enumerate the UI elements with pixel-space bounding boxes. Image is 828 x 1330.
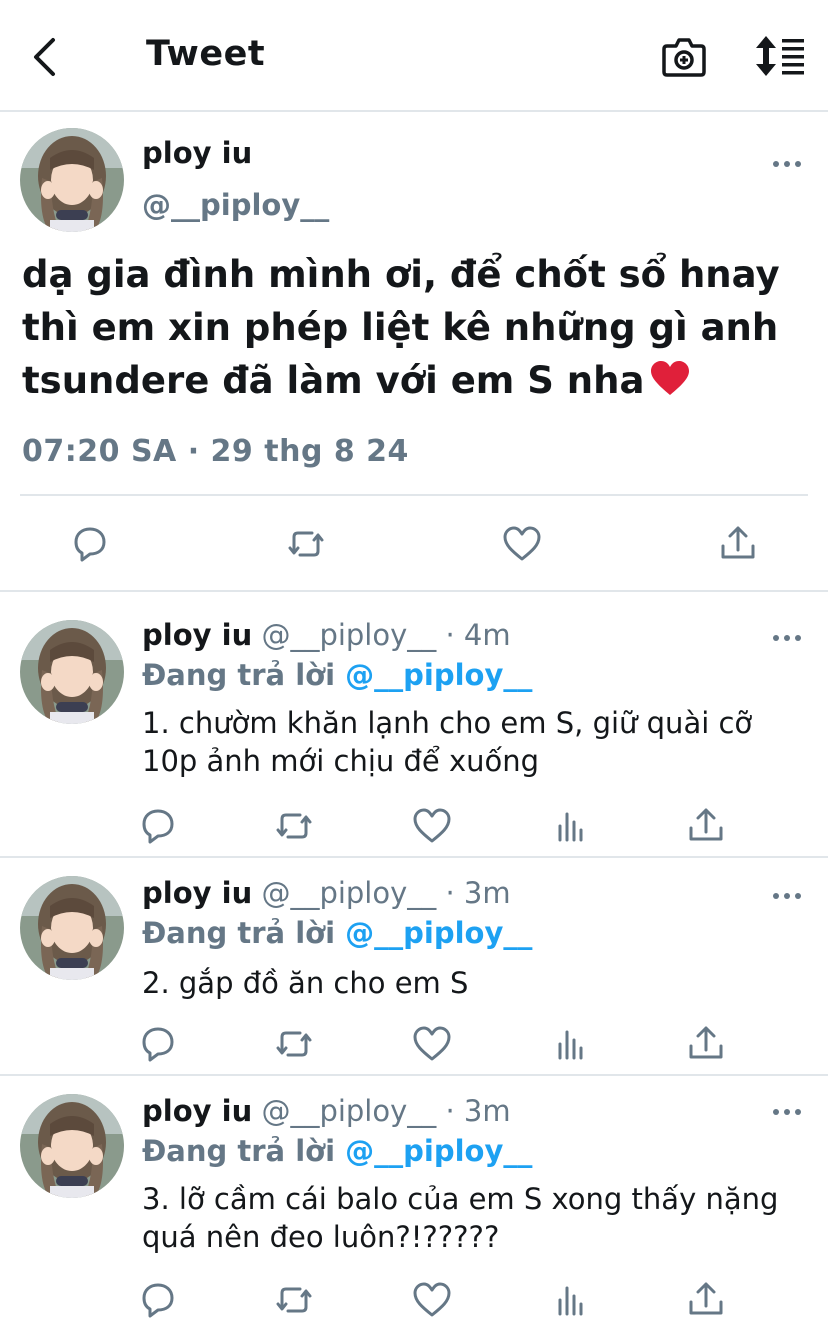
analytics-icon [558,1286,583,1316]
more-icon [773,635,801,641]
heart-icon [413,1282,451,1317]
avatar[interactable] [20,128,124,232]
share-icon [721,526,755,559]
heart-icon [413,808,451,843]
retweet-icon [276,1031,312,1057]
retweet-icon [288,531,324,557]
red-heart-emoji [650,358,690,395]
retweet-button[interactable] [272,1022,316,1066]
reply-button[interactable] [136,1278,180,1322]
replying-to-handle[interactable]: @__piploy__ [345,658,532,692]
reply-tweet[interactable]: ploy iu @__piploy__ · 3m Đang trả lời @_… [0,860,828,1076]
reply-header: ploy iu @__piploy__ · 3m [142,1094,511,1128]
avatar[interactable] [20,876,124,980]
analytics-icon [558,812,583,842]
heart-icon [503,526,541,561]
tweet-timestamp[interactable]: 07:20 SA · 29 thg 8 24 [22,434,409,469]
reply-icon [142,1027,174,1062]
reply-text: 3. lỡ cầm cái balo của em S xong thấy nặ… [142,1182,779,1254]
more-button[interactable] [772,888,802,904]
author-name[interactable]: ploy iu [142,1094,252,1128]
retweet-button[interactable] [272,804,316,848]
main-tweet: ploy iu @__piploy__ dạ gia đình mình ơi,… [0,114,828,592]
replying-to-label: Đang trả lời [142,658,336,692]
retweet-icon [276,1287,312,1313]
reply-text: 1. chườm khăn lạnh cho em S, giữ quài cỡ… [142,706,753,778]
author-name[interactable]: ploy iu [142,618,252,652]
retweet-button[interactable] [272,1278,316,1322]
reply-header: ploy iu @__piploy__ · 3m [142,876,511,910]
more-button[interactable] [772,1104,802,1120]
like-button[interactable] [410,1278,454,1322]
replying-to-label: Đang trả lời [142,1134,336,1168]
reply-icon [142,809,174,844]
app-header: Tweet [0,0,828,112]
more-icon [773,893,801,899]
share-button[interactable] [716,522,760,566]
like-button[interactable] [500,522,544,566]
share-button[interactable] [684,804,728,848]
reply-tweet[interactable]: ploy iu @__piploy__ · 4m Đang trả lời @_… [0,594,828,858]
handle-and-time: @__piploy__ · 3m [261,1094,511,1128]
share-icon [689,1026,723,1059]
analytics-button[interactable] [548,1022,592,1066]
page-title: Tweet [146,34,266,74]
replying-to-handle[interactable]: @__piploy__ [345,916,532,950]
replying-to-label: Đang trả lời [142,916,336,950]
avatar[interactable] [20,1094,124,1198]
camera-button[interactable] [660,34,708,80]
tweet-text: dạ gia đình mình ơi, để chốt sổ hnay thì… [22,248,818,407]
retweet-button[interactable] [284,522,328,566]
analytics-button[interactable] [548,804,592,848]
sort-icon [756,36,804,76]
replying-to: Đang trả lời @__piploy__ [142,1134,532,1168]
replying-to: Đang trả lời @__piploy__ [142,658,532,692]
back-button[interactable] [26,34,66,80]
replying-to-handle[interactable]: @__piploy__ [345,1134,532,1168]
reply-button[interactable] [136,1022,180,1066]
divider [20,494,808,496]
avatar[interactable] [20,620,124,724]
reply-icon [74,527,106,562]
author-name[interactable]: ploy iu [142,876,252,910]
camera-icon [662,38,706,77]
chevron-left-icon [34,38,55,76]
like-button[interactable] [410,1022,454,1066]
reply-button[interactable] [68,522,112,566]
like-button[interactable] [410,804,454,848]
author-handle[interactable]: @__piploy__ [142,188,329,222]
share-icon [689,808,723,841]
reply-icon [142,1283,174,1318]
reply-tweet[interactable]: ploy iu @__piploy__ · 3m Đang trả lời @_… [0,1078,828,1330]
more-icon [773,1109,801,1115]
share-button[interactable] [684,1278,728,1322]
analytics-button[interactable] [548,1278,592,1322]
handle-and-time: @__piploy__ · 4m [261,618,511,652]
replying-to: Đang trả lời @__piploy__ [142,916,532,950]
heart-icon [413,1026,451,1061]
handle-and-time: @__piploy__ · 3m [261,876,511,910]
reply-header: ploy iu @__piploy__ · 4m [142,618,511,652]
reply-text: 2. gắp đồ ăn cho em S [142,966,469,1000]
analytics-icon [558,1030,583,1060]
retweet-icon [276,813,312,839]
more-button[interactable] [772,156,802,172]
share-icon [689,1282,723,1315]
sort-button[interactable] [752,34,808,78]
reply-button[interactable] [136,804,180,848]
share-button[interactable] [684,1022,728,1066]
author-name[interactable]: ploy iu [142,136,252,170]
more-icon [773,161,801,167]
more-button[interactable] [772,630,802,646]
